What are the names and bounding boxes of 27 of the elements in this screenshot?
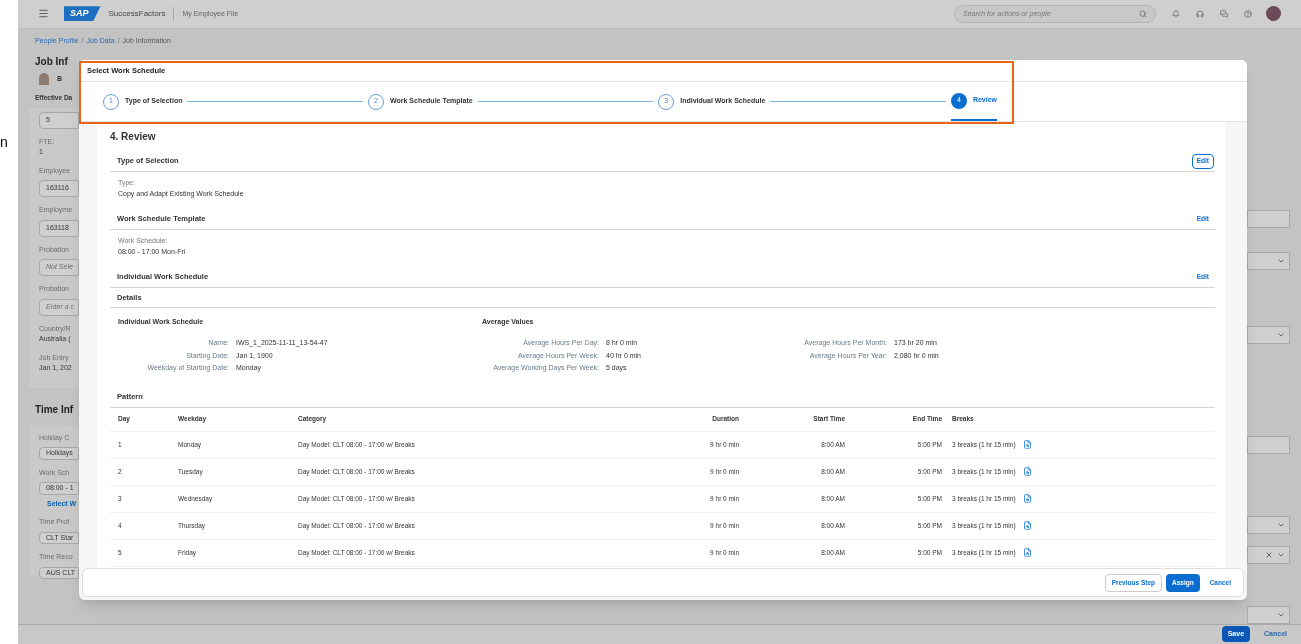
dropdown-field[interactable]	[1247, 515, 1290, 534]
headset-icon[interactable]	[1196, 9, 1204, 18]
section-title: Job Inf	[35, 54, 69, 69]
help-icon[interactable]	[1244, 9, 1252, 18]
input-field[interactable]	[1247, 209, 1290, 228]
product-name: SuccessFactors	[108, 7, 166, 20]
logo: SAP	[64, 6, 101, 22]
dropdown-field[interactable]	[1247, 251, 1290, 270]
notification-icon[interactable]	[1172, 9, 1180, 18]
search-icon[interactable]	[1139, 9, 1147, 18]
clear-icon[interactable]	[1265, 550, 1273, 559]
review-heading: 4. Review	[110, 130, 157, 144]
dropdown-field[interactable]	[1247, 325, 1290, 344]
edge-text-fragment: n	[0, 134, 8, 150]
chat-icon[interactable]	[1220, 9, 1228, 18]
person-silhouette-icon	[39, 72, 49, 85]
avatar[interactable]	[1266, 6, 1281, 22]
menu-icon[interactable]	[38, 8, 49, 20]
break-details-icon[interactable]	[1022, 494, 1032, 503]
input-field[interactable]	[1247, 435, 1290, 454]
break-details-icon[interactable]	[1022, 467, 1032, 476]
dropdown-field[interactable]	[1247, 545, 1290, 564]
break-details-icon[interactable]	[1022, 440, 1032, 449]
break-details-icon[interactable]	[1022, 548, 1032, 557]
dropdown-field[interactable]	[1247, 605, 1290, 624]
break-details-icon[interactable]	[1022, 521, 1032, 530]
section-title: Time Inf	[35, 402, 75, 417]
